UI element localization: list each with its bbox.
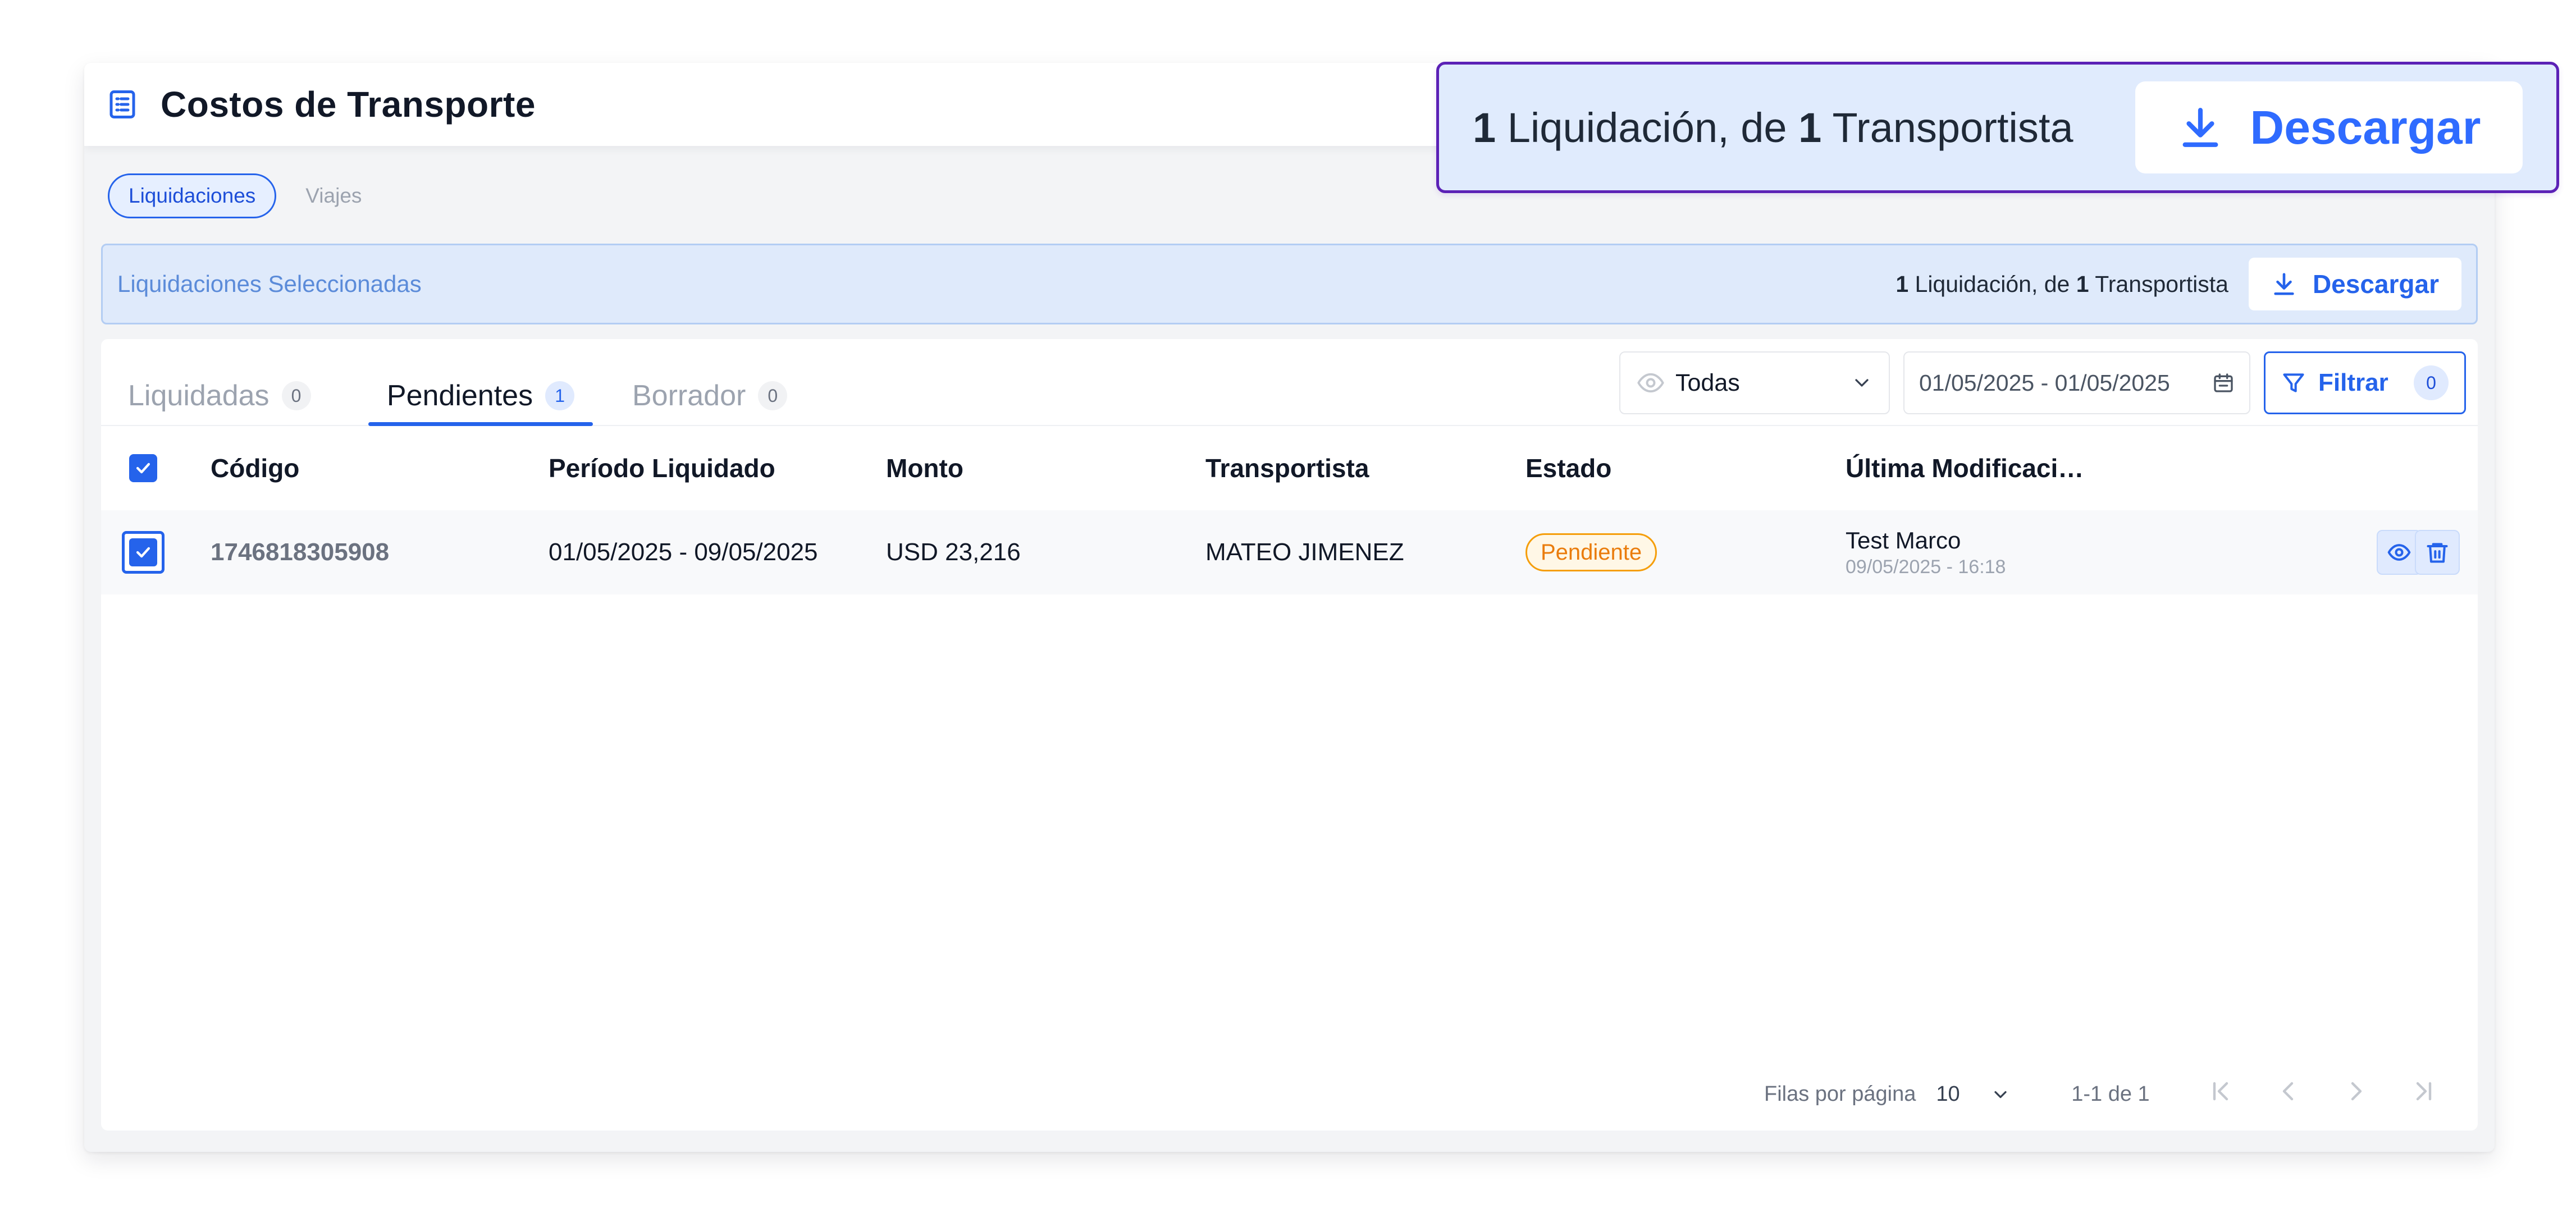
date-range-value: 01/05/2025 - 01/05/2025 — [1919, 369, 2170, 396]
pagination: Filas por página 10 1-1 de 1 — [1764, 1077, 2150, 1111]
cell-amount: USD 23,216 — [886, 538, 1021, 566]
rows-per-page-select[interactable]: 10 — [1936, 1082, 2011, 1106]
tab-count: 1 — [545, 381, 575, 410]
rows-per-page-label: Filas por página — [1764, 1082, 1916, 1106]
callout-carriers-text: Transportista — [1821, 104, 2073, 151]
table-row[interactable]: 1746818305908 01/05/2025 - 09/05/2025 US… — [101, 510, 2478, 594]
column-header-period[interactable]: Período Liquidado — [549, 426, 775, 510]
date-range-input[interactable]: 01/05/2025 - 01/05/2025 — [1903, 351, 2250, 414]
filter-button[interactable]: Filtrar 0 — [2264, 351, 2466, 414]
tab-liquidadas[interactable]: Liquidadas 0 — [128, 365, 311, 426]
page-title: Costos de Transporte — [161, 84, 536, 125]
cell-status: Pendiente — [1525, 510, 1657, 594]
download-icon — [2182, 108, 2218, 147]
app-window: Costos de Transporte Liquidaciones Viaje… — [84, 63, 2495, 1152]
settlements-text: Liquidación, de — [1908, 271, 2076, 297]
eye-icon — [1637, 373, 1664, 393]
cell-period: 01/05/2025 - 09/05/2025 — [549, 538, 818, 566]
download-label: Descargar — [2312, 269, 2439, 299]
check-icon — [136, 463, 150, 474]
chevron-right-icon — [2351, 1082, 2362, 1101]
trash-icon — [2427, 543, 2448, 563]
tab-liquidaciones[interactable]: Liquidaciones — [108, 173, 277, 218]
column-header-amount[interactable]: Monto — [886, 426, 963, 510]
filter-icon — [2283, 373, 2304, 392]
calendar-icon — [2214, 373, 2233, 392]
last-page-button[interactable] — [2406, 1074, 2440, 1108]
callout-settlements-text: Liquidación, de — [1496, 104, 1799, 151]
visibility-value: Todas — [1675, 369, 1740, 396]
tab-borrador[interactable]: Borrador 0 — [632, 365, 788, 426]
next-page-button[interactable] — [2339, 1074, 2373, 1108]
filter-count: 0 — [2414, 365, 2449, 400]
cell-code: 1746818305908 — [211, 538, 390, 566]
check-icon — [136, 547, 150, 558]
chevron-left-icon — [2282, 1082, 2294, 1101]
cell-carrier: MATEO JIMENEZ — [1205, 538, 1404, 566]
callout-download-label: Descargar — [2250, 100, 2481, 154]
column-header-status[interactable]: Estado — [1525, 426, 1611, 510]
settlements-panel: Liquidadas 0 Pendientes 1 Borrador 0 Tod… — [101, 339, 2478, 1131]
status-badge: Pendiente — [1525, 533, 1657, 571]
chevron-down-icon — [1994, 1091, 2007, 1099]
carriers-text: Transportista — [2089, 271, 2228, 297]
section-tabs: Liquidaciones Viajes — [108, 173, 381, 218]
download-button[interactable]: Descargar — [2248, 258, 2461, 310]
modified-by: Test Marco — [1846, 527, 1961, 553]
tab-viajes[interactable]: Viajes — [286, 173, 381, 218]
row-select-cell — [122, 510, 165, 594]
column-header-code[interactable]: Código — [211, 426, 299, 510]
first-page-button[interactable] — [2204, 1074, 2238, 1108]
table-header: Código Período Liquidado Monto Transport… — [101, 426, 2478, 510]
rows-per-page-value: 10 — [1936, 1082, 1960, 1106]
filter-label: Filtrar — [2318, 369, 2388, 396]
cell-last-modified: Test Marco 09/05/2025 - 16:18 — [1846, 510, 2006, 594]
first-page-icon — [2213, 1082, 2228, 1101]
download-icon — [2274, 273, 2294, 295]
last-page-icon — [2416, 1082, 2432, 1101]
download-callout: 1 Liquidación, de 1 Transportista Descar… — [1436, 62, 2559, 193]
eye-icon — [2387, 544, 2411, 561]
modified-at: 09/05/2025 - 16:18 — [1846, 556, 2006, 578]
selection-banner: Liquidaciones Seleccionadas 1 Liquidació… — [101, 244, 2478, 324]
selection-banner-label: Liquidaciones Seleccionadas — [117, 271, 422, 297]
tab-pendientes[interactable]: Pendientes 1 — [368, 365, 593, 426]
row-checkbox[interactable] — [122, 531, 165, 574]
select-all-checkbox[interactable] — [129, 454, 157, 482]
page-range: 1-1 de 1 — [2071, 1082, 2150, 1106]
delete-button[interactable] — [2415, 530, 2460, 575]
column-header-carrier[interactable]: Transportista — [1205, 426, 1369, 510]
callout-download-button[interactable]: Descargar — [2135, 81, 2523, 173]
column-header-last-modified[interactable]: Última Modificaci… — [1846, 426, 2084, 510]
tab-label: Pendientes — [386, 379, 533, 412]
selection-summary: 1 Liquidación, de 1 Transportista — [1896, 271, 2228, 298]
tab-count: 0 — [281, 381, 311, 410]
callout-summary: 1 Liquidación, de 1 Transportista — [1473, 104, 2135, 152]
chevron-down-icon — [1855, 379, 1869, 387]
tab-label: Liquidadas — [128, 379, 270, 412]
tab-count: 0 — [758, 381, 788, 410]
callout-carriers-count: 1 — [1798, 104, 1822, 151]
settlements-count: 1 — [1896, 271, 1909, 297]
carriers-count: 1 — [2076, 271, 2089, 297]
previous-page-button[interactable] — [2272, 1074, 2305, 1108]
callout-settlements-count: 1 — [1473, 104, 1496, 151]
document-list-icon — [109, 90, 135, 118]
row-checkbox-fill — [129, 538, 157, 566]
status-tabs: Liquidadas 0 Pendientes 1 Borrador 0 Tod… — [101, 339, 2478, 426]
select-all-cell — [129, 426, 157, 510]
visibility-select[interactable]: Todas — [1619, 351, 1890, 414]
tab-label: Borrador — [632, 379, 746, 412]
